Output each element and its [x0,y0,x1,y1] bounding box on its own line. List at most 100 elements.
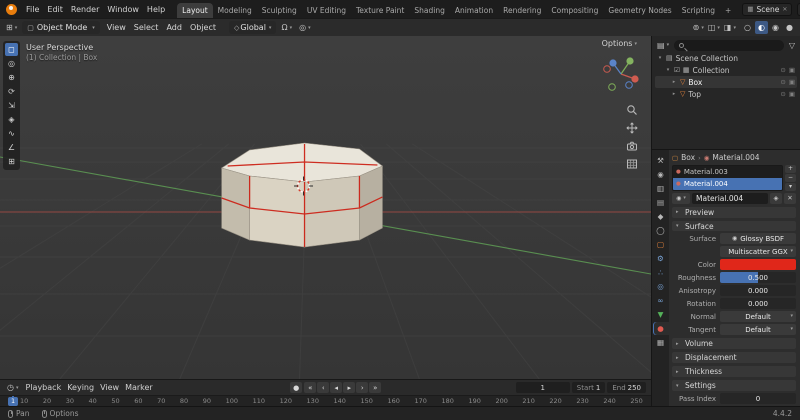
section-preview[interactable]: ▸ Preview [672,206,796,218]
eye-icon[interactable]: ⊙ [780,90,785,98]
render-camera-icon[interactable]: ▣ [789,78,795,86]
eye-icon[interactable]: ⊙ [780,66,785,74]
menu-add[interactable]: Add [162,22,186,33]
shading-rendered-button[interactable]: ● [783,21,796,34]
browse-material-button[interactable]: ◉ [672,192,690,204]
material-slot-2[interactable]: ● Material.004 [673,177,782,190]
shader-select-button[interactable]: ◉ Glossy BSDF [720,233,796,245]
gizmo-toggle-button[interactable]: ⊚ [691,23,706,32]
breadcrumb-object[interactable]: Box [681,153,695,162]
menu-select[interactable]: Select [130,22,163,33]
shading-material-button[interactable]: ◉ [769,21,782,34]
tab-object[interactable]: ▢ [653,238,669,251]
shading-solid-button[interactable]: ◐ [755,21,768,34]
tab-material[interactable]: ● [652,322,669,335]
scene-selector[interactable]: ▦ Scene ✕ [742,2,793,16]
collapse-arrow-icon[interactable]: ▾ [665,67,671,73]
editor-type-button[interactable]: ⊞ [4,23,19,32]
frame-end-field[interactable]: End 250 [607,382,647,393]
menu-object[interactable]: Object [186,22,220,33]
3d-viewport[interactable]: ◻ ◎ ⊕ ⟳ ⇲ ◈ ∿ ∠ ⊞ User Perspective (1) Collectio… [0,36,651,379]
eye-icon[interactable]: ⊙ [780,78,785,86]
outliner-search-input[interactable] [674,39,784,51]
material-slot-1[interactable]: ● Material.003 [673,166,782,178]
xray-toggle-button[interactable]: ◨ [722,23,738,32]
mesh-object[interactable] [220,142,384,248]
tab-shading[interactable]: Shading [409,3,449,18]
orientation-dropdown[interactable]: ◇ Global [229,21,277,34]
navigation-gizmo[interactable] [599,52,643,96]
tab-world[interactable]: ◯ [653,224,669,237]
color-swatch[interactable] [720,259,796,271]
outliner-row-scene-collection[interactable]: ▾ ▤ Scene Collection [655,52,797,64]
play-button[interactable]: ▸ [343,382,356,393]
tab-output[interactable]: ▥ [653,182,669,195]
menu-edit[interactable]: Edit [43,4,67,15]
tab-scripting[interactable]: Scripting [677,3,720,18]
filter-button[interactable]: ▽ [787,41,797,50]
snapping-button[interactable]: Ω [279,23,294,32]
collapse-arrow-icon[interactable]: ▾ [657,55,663,61]
tab-add-workspace[interactable]: + [720,3,736,18]
tab-scene[interactable]: ◆ [653,210,669,223]
jump-end-button[interactable]: » [369,382,382,393]
tool-move[interactable]: ⊕ [5,71,18,84]
normal-dropdown[interactable]: Default [720,311,796,323]
collection-checkbox-icon[interactable]: ☑ [674,66,680,74]
next-keyframe-button[interactable]: › [356,382,369,393]
section-settings[interactable]: ▾ Settings [672,380,796,392]
mode-dropdown[interactable]: ▢ Object Mode [22,21,100,34]
play-reverse-button[interactable]: ◂ [330,382,343,393]
tab-animation[interactable]: Animation [450,3,498,18]
zoom-icon[interactable] [626,104,638,116]
distribution-dropdown[interactable]: Multiscatter GGX [720,246,796,258]
pan-hand-icon[interactable] [626,122,638,134]
outliner-item-box[interactable]: ▸ ▽ Box ⊙ ▣ [655,76,797,88]
camera-view-icon[interactable] [626,140,638,152]
menu-window[interactable]: Window [103,4,143,15]
tab-modeling[interactable]: Modeling [213,3,257,18]
options-button[interactable]: Options [602,39,637,48]
tab-layout[interactable]: Layout [177,3,213,18]
menu-help[interactable]: Help [143,4,169,15]
tool-rotate[interactable]: ⟳ [5,85,18,98]
menu-playback[interactable]: Playback [23,383,65,392]
menu-file[interactable]: File [22,4,43,15]
tab-geometry-nodes[interactable]: Geometry Nodes [603,3,676,18]
tab-texture-paint[interactable]: Texture Paint [351,3,409,18]
timeline-ruler[interactable]: 10 20 30 40 50 60 70 80 90 100 110 120 130 140 150 160 1… [0,395,651,406]
unlink-material-button[interactable]: ✕ [784,192,796,204]
section-surface[interactable]: ▾ Surface [672,220,796,232]
blender-logo-icon[interactable] [6,3,17,15]
slot-specials-button[interactable]: ▾ [785,182,796,191]
section-thickness[interactable]: ▸ Thickness [672,366,796,378]
tab-rendering[interactable]: Rendering [498,3,546,18]
perspective-grid-icon[interactable] [626,158,638,170]
tab-object-data[interactable]: ▼ [653,308,669,321]
menu-timeline-view[interactable]: View [97,383,122,392]
expand-arrow-icon[interactable]: ▸ [671,79,677,85]
jump-start-button[interactable]: « [304,382,317,393]
prev-keyframe-button[interactable]: ‹ [317,382,330,393]
proportional-edit-button[interactable]: ◎ [297,23,313,32]
tool-annotate[interactable]: ∿ [5,127,18,140]
tab-tool[interactable]: ⚒ [653,154,669,167]
tool-add-cube[interactable]: ⊞ [5,155,18,168]
tool-select-box[interactable]: ◻ [5,43,18,56]
remove-slot-button[interactable]: − [785,173,796,182]
pass-index-field[interactable]: 0 [720,393,796,405]
current-frame-field[interactable]: 1 [515,382,570,393]
menu-keying[interactable]: Keying [64,383,97,392]
menu-view[interactable]: View [103,22,130,33]
expand-arrow-icon[interactable]: ▸ [671,91,677,97]
timeline-editor-type-button[interactable]: ◷ [5,383,21,392]
render-camera-icon[interactable]: ▣ [789,66,795,74]
tab-uv-editing[interactable]: UV Editing [302,3,351,18]
frame-start-field[interactable]: Start 1 [571,382,606,393]
menu-marker[interactable]: Marker [122,383,156,392]
outliner-editor-type-button[interactable]: ▤ [655,41,671,50]
overlays-toggle-button[interactable]: ◫ [706,23,722,32]
tangent-dropdown[interactable]: Default [720,324,796,336]
tab-view-layer[interactable]: ▤ [653,196,669,209]
tab-compositing[interactable]: Compositing [546,3,603,18]
